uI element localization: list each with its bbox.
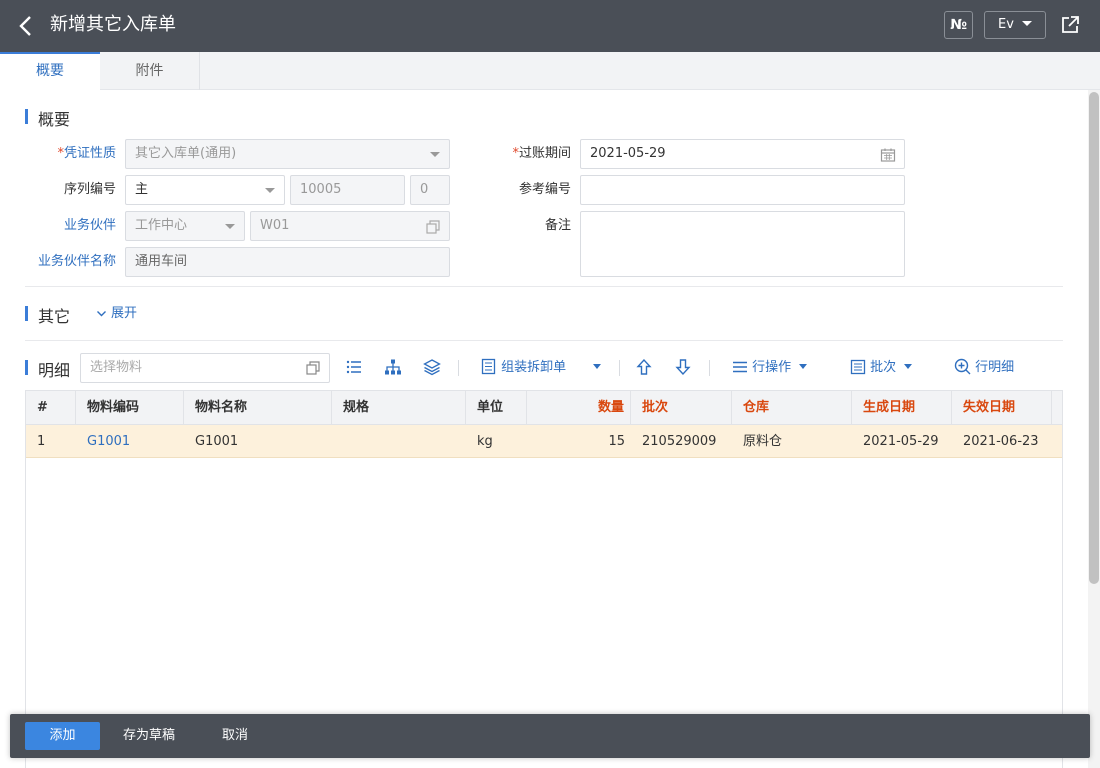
page-title: 新增其它入库单 [50,14,176,35]
hierarchy-button[interactable] [384,358,402,378]
add-button[interactable]: 添加 [25,722,100,750]
serial-label: 序列编号 [63,182,116,197]
detail-section-title: 明细 [25,357,70,381]
save-draft-button[interactable]: 存为草稿 [110,722,188,750]
action-footer: 添加 存为草稿 取消 [10,714,1090,758]
divider [25,286,1063,287]
copy-select-icon[interactable] [305,360,321,376]
column-header: # [26,391,76,424]
language-label: Ev [998,17,1014,32]
column-header[interactable]: 物料编码 [76,391,184,424]
remark-label: 备注 [544,218,571,233]
caret-down-icon [799,364,808,369]
arrow-up-icon [636,358,652,375]
scrollbar-thumb[interactable] [1089,92,1099,584]
separator [619,360,620,376]
expand-toggle[interactable]: 展开 [96,305,137,323]
move-up-button[interactable] [635,358,653,378]
serial-number-field: 10005 [290,175,405,205]
back-arrow-icon[interactable] [16,13,36,39]
serial-suffix-field: 0 [410,175,450,205]
partner-type-select[interactable]: 工作中心 [125,211,245,241]
document-icon [481,358,496,375]
voucher-type-select[interactable]: 其它入库单(通用) [125,139,450,169]
column-header[interactable]: 仓库 [732,391,852,424]
caret-down-icon [593,364,601,369]
voucher-type-label: *凭证性质 [57,146,116,161]
cancel-button[interactable]: 取消 [205,722,265,750]
tab-attachments[interactable]: 附件 [100,52,200,90]
assemble-order-button[interactable]: 组装拆卸单 [480,358,566,378]
material-code-link[interactable]: G1001 [76,425,184,458]
column-header[interactable]: 数量 [527,391,631,424]
row-detail-button[interactable]: 行明细 [954,358,1014,378]
column-header[interactable]: 物料名称 [184,391,332,424]
layers-button[interactable] [423,358,441,378]
list-icon [346,360,361,374]
partner-code-field[interactable]: W01 [250,211,450,241]
row-number: 1 [37,434,46,449]
list-view-button[interactable] [345,358,363,378]
row-operations-button[interactable]: 行操作 [732,358,808,378]
share-icon[interactable] [1060,15,1080,35]
quantity-cell[interactable]: 15 [527,425,631,458]
expiry-date-cell[interactable]: 2021-06-23 [952,425,1052,458]
numbering-button[interactable]: № [944,11,973,39]
material-name-cell[interactable]: G1001 [184,425,332,458]
column-header[interactable]: 生成日期 [852,391,952,424]
other-section-title: 其它 [25,303,70,327]
chevron-down-icon [225,224,235,229]
chevron-down-icon [97,311,106,317]
chevron-down-icon [430,152,440,157]
column-header[interactable]: 批次 [631,391,732,424]
column-header[interactable]: 单位 [466,391,527,424]
column-header[interactable]: 失效日期 [952,391,1052,424]
menu-icon [733,361,747,373]
tab-summary[interactable]: 概要 [0,52,100,90]
copy-select-icon[interactable] [425,219,441,235]
hierarchy-icon [385,359,401,375]
move-down-button[interactable] [674,358,692,378]
remark-textarea[interactable] [580,211,905,277]
batch-cell[interactable]: 210529009 [631,425,732,458]
top-bar: 新增其它入库单 № Ev [0,0,1100,52]
chevron-down-icon [265,188,275,193]
layers-icon [423,359,441,376]
partner-name-field: 通用车间 [125,247,450,277]
partner-label[interactable]: 业务伙伴 [25,212,116,240]
warehouse-cell[interactable]: 原料仓 [732,425,852,458]
assemble-order-dropdown[interactable] [585,358,601,378]
serial-prefix-select[interactable]: 主 [125,175,285,205]
arrow-down-icon [675,359,691,376]
calendar-icon[interactable] [880,147,896,163]
detail-grid: # 物料编码 物料名称 规格 单位 数量 批次 仓库 生成日期 失效日期 1 G… [25,390,1063,768]
document-icon [850,359,866,375]
posting-period-field[interactable]: 2021-05-29 [580,139,905,169]
column-header[interactable]: 规格 [332,391,466,424]
spec-cell[interactable] [332,425,466,458]
zoom-in-icon [954,358,971,375]
separator [458,360,459,376]
material-search-input[interactable]: 选择物料 [80,353,330,383]
unit-cell[interactable]: kg [466,425,527,458]
reference-input[interactable] [580,175,905,205]
reference-label: 参考编号 [518,182,571,197]
batch-button[interactable]: 批次 [850,358,913,378]
table-row[interactable]: 1 G1001 G1001 kg 15 210529009 原料仓 2021-0… [26,425,1062,458]
language-dropdown[interactable]: Ev [984,11,1046,39]
divider [25,340,1063,341]
grid-header: # 物料编码 物料名称 规格 单位 数量 批次 仓库 生成日期 失效日期 [26,391,1062,425]
production-date-cell[interactable]: 2021-05-29 [852,425,952,458]
summary-section-title: 概要 [25,106,70,130]
partner-name-label: 业务伙伴名称 [37,254,116,269]
caret-down-icon [1021,21,1032,26]
posting-period-label: *过账期间 [512,146,571,161]
separator [709,360,710,376]
caret-down-icon [904,364,913,369]
tab-bar: 概要 附件 [0,52,1100,90]
